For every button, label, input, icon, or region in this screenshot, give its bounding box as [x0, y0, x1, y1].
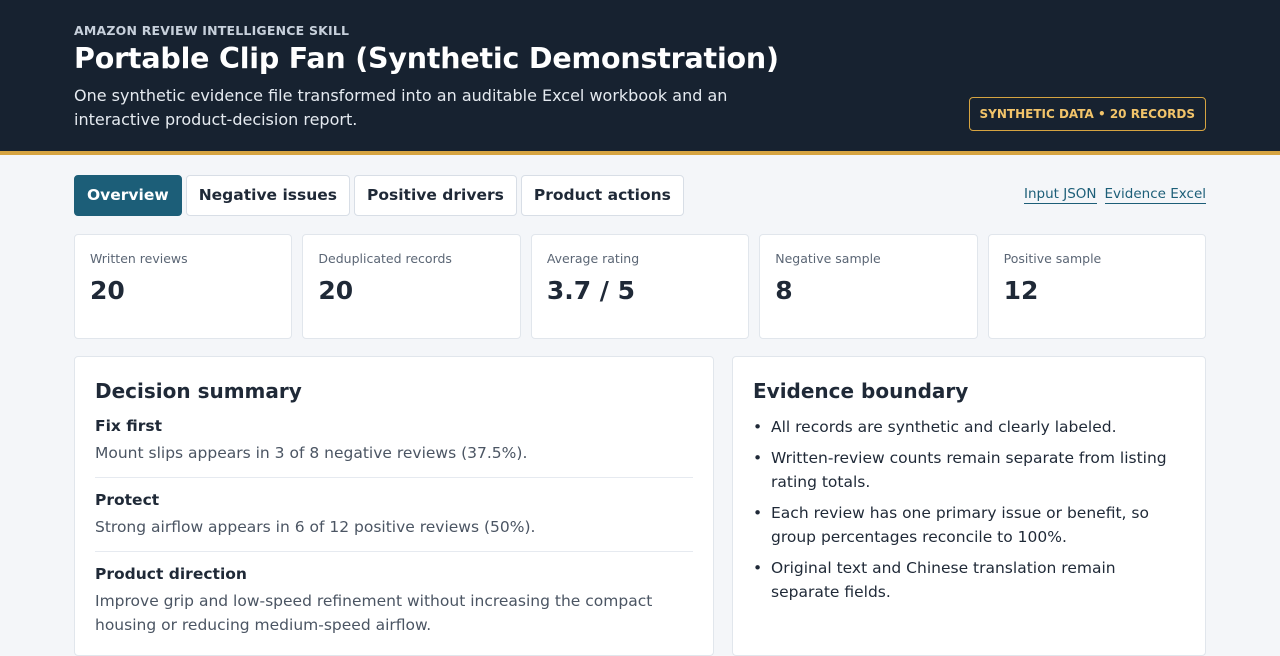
kpi-label: Negative sample [775, 251, 881, 266]
tab-bar: Overview Negative issues Positive driver… [74, 175, 684, 216]
section-text: Strong airflow appears in 6 of 12 positi… [95, 518, 536, 536]
page-header: AMAZON REVIEW INTELLIGENCE SKILL Portabl… [0, 0, 1280, 155]
bullet-icon: • [753, 418, 763, 436]
page-title: Portable Clip Fan (Synthetic Demonstrati… [74, 42, 779, 75]
decision-section-protect: Protect Strong airflow appears in 6 of 1… [95, 489, 693, 552]
list-item-text: Written-review counts remain separate fr… [771, 449, 1167, 491]
synthetic-data-badge: SYNTHETIC DATA • 20 RECORDS [968, 97, 1206, 131]
kpi-value: 20 [318, 276, 354, 305]
kpi-value: 20 [90, 276, 125, 305]
eyebrow-label: AMAZON REVIEW INTELLIGENCE SKILL [74, 23, 350, 38]
page-subtitle: One synthetic evidence file transformed … [74, 86, 728, 129]
tab-product-actions[interactable]: Product actions [520, 175, 684, 216]
tab-overview[interactable]: Overview [74, 175, 182, 216]
kpi-card-written-reviews: Written reviews 20 [74, 234, 293, 339]
evidence-excel-link[interactable]: Evidence Excel [1104, 186, 1206, 204]
list-item: • Each review has one primary issue or b… [753, 501, 1185, 549]
section-heading: Fix first [95, 417, 163, 435]
list-item-text: Original text and Chinese translation re… [771, 559, 1116, 601]
kpi-label: Written reviews [90, 251, 188, 266]
kpi-value: 12 [1003, 276, 1039, 305]
evidence-boundary-panel: Evidence boundary • All records are synt… [732, 356, 1206, 656]
kpi-label: Average rating [546, 251, 640, 266]
section-heading: Product direction [95, 565, 247, 583]
tab-negative-issues[interactable]: Negative issues [185, 175, 350, 216]
list-item: • Written-review counts remain separate … [753, 446, 1185, 494]
kpi-label: Deduplicated records [318, 251, 452, 266]
list-item: • All records are synthetic and clearly … [753, 415, 1185, 439]
kpi-card-average-rating: Average rating 3.7 / 5 [530, 234, 750, 339]
evidence-boundary-title: Evidence boundary [753, 379, 969, 403]
decision-section-product-direction: Product direction Improve grip and low-s… [95, 563, 693, 649]
tab-positive-drivers[interactable]: Positive drivers [354, 175, 517, 216]
list-item-text: All records are synthetic and clearly la… [771, 418, 1117, 436]
evidence-boundary-list: • All records are synthetic and clearly … [753, 415, 1185, 604]
decision-summary-panel: Decision summary Fix first Mount slips a… [74, 356, 714, 656]
kpi-value: 8 [775, 276, 793, 305]
download-links: Input JSON Evidence Excel [1023, 186, 1206, 204]
bullet-icon: • [753, 559, 763, 577]
bullet-icon: • [753, 449, 763, 467]
kpi-row: Written reviews 20 Deduplicated records … [74, 234, 1207, 339]
section-text: Improve grip and low-speed refinement wi… [95, 592, 653, 634]
kpi-card-positive-sample: Positive sample 12 [987, 234, 1207, 339]
decision-section-fix-first: Fix first Mount slips appears in 3 of 8 … [95, 415, 693, 478]
list-item-text: Each review has one primary issue or ben… [771, 504, 1149, 546]
kpi-value: 3.7 / 5 [546, 276, 636, 305]
input-json-link[interactable]: Input JSON [1023, 186, 1097, 204]
kpi-label: Positive sample [1003, 251, 1102, 266]
section-heading: Protect [95, 491, 160, 509]
decision-summary-title: Decision summary [95, 379, 302, 403]
kpi-card-negative-sample: Negative sample 8 [759, 234, 978, 339]
bullet-icon: • [753, 504, 763, 522]
kpi-card-deduplicated-records: Deduplicated records 20 [302, 234, 521, 339]
section-text: Mount slips appears in 3 of 8 negative r… [95, 444, 528, 462]
list-item: • Original text and Chinese translation … [753, 556, 1185, 604]
